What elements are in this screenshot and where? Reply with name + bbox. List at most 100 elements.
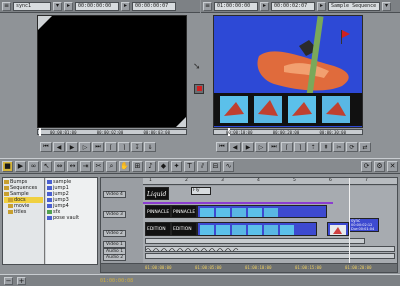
step-forward-icon[interactable]: ▷ xyxy=(79,142,91,152)
mark-in-button-icon[interactable]: ⌈ xyxy=(281,142,293,152)
fx-icon[interactable]: ✦ xyxy=(171,160,182,172)
menu-icon[interactable]: ≡ xyxy=(2,1,11,11)
close-icon[interactable]: ✕ xyxy=(387,160,398,172)
settings-icon[interactable]: ⚙ xyxy=(374,160,385,172)
slip-icon[interactable]: ↔ xyxy=(67,160,78,172)
audio-icon[interactable]: ♪ xyxy=(145,160,156,172)
lift-icon[interactable]: ⇡ xyxy=(307,142,319,152)
marker-icon[interactable]: ◆ xyxy=(158,160,169,172)
source-tc-out[interactable]: 00:00:00:07 xyxy=(132,1,176,11)
edition-clip[interactable]: EDITION xyxy=(171,222,197,236)
insert-icon[interactable]: ↧ xyxy=(131,142,143,152)
track-label[interactable]: Audio 2 xyxy=(103,253,127,261)
go-to-in-icon[interactable]: ⏮ xyxy=(216,142,228,152)
source-monitor[interactable] xyxy=(37,15,187,128)
audio-track[interactable] xyxy=(145,253,395,259)
track-label[interactable]: Video 1 xyxy=(103,240,126,248)
tree-item[interactable]: titles xyxy=(4,209,43,215)
add-edit-icon[interactable]: ✂ xyxy=(333,142,345,152)
mark-out-button-icon[interactable]: ⌉ xyxy=(294,142,306,152)
track-label[interactable]: Video 3 xyxy=(103,210,126,218)
link-icon[interactable]: ∞ xyxy=(28,160,39,172)
grid-icon[interactable]: ⊟ xyxy=(210,160,221,172)
source-monitor-frame xyxy=(38,16,186,127)
audio-track[interactable] xyxy=(145,246,395,252)
pinnacle-clip[interactable]: PINNACLE xyxy=(171,205,197,218)
clip-icon xyxy=(47,186,52,190)
zoom-in-icon[interactable]: + xyxy=(17,276,26,285)
track-header[interactable]: Video 3 xyxy=(101,208,143,220)
source-ruler-tc-3: 00:00:03:00 xyxy=(143,130,171,135)
ruler-mark: 1 xyxy=(149,178,152,183)
select-icon[interactable]: ↖ xyxy=(41,160,52,172)
mark-icon[interactable]: ▸ xyxy=(260,1,269,11)
timeline-playhead[interactable] xyxy=(349,178,350,264)
record-tc-in[interactable]: 01:00:00:00 xyxy=(214,1,258,11)
edition-clip[interactable]: EDITION xyxy=(145,222,171,236)
open-icon[interactable]: ▶ xyxy=(15,160,26,172)
clip-thumbnails xyxy=(200,208,294,217)
zoom-out-icon[interactable]: − xyxy=(4,276,13,285)
dropdown-arrow-icon[interactable]: ▾ xyxy=(382,1,391,11)
mark-in-icon[interactable]: ▸ xyxy=(64,1,73,11)
video-clip[interactable] xyxy=(327,222,349,236)
mark-in-button-icon[interactable]: ⌈ xyxy=(105,142,117,152)
timeline-ruler[interactable]: 1 2 3 4 5 6 7 xyxy=(143,178,397,185)
source-clip-name[interactable]: sync1 xyxy=(13,1,51,11)
play-icon[interactable]: ▶ xyxy=(242,142,254,152)
title-clip[interactable]: Liquid xyxy=(145,187,169,200)
record-monitor[interactable] xyxy=(213,15,363,128)
video-1-strip[interactable] xyxy=(145,238,365,244)
record-button-icon[interactable] xyxy=(194,84,204,94)
mark-out-icon[interactable]: ▸ xyxy=(121,1,130,11)
sequence-name[interactable]: Sample Sequence xyxy=(328,1,380,11)
track-label[interactable]: Video 2 xyxy=(103,229,126,237)
match-frame-icon[interactable]: ➘ xyxy=(193,62,205,72)
fx-clip[interactable]: Fly xyxy=(191,187,211,195)
track-header[interactable]: Video 4 xyxy=(101,188,143,200)
dropdown-arrow-icon[interactable]: ▾ xyxy=(53,1,62,11)
clip-thumbnails xyxy=(200,225,294,235)
razor-icon[interactable]: ✂ xyxy=(93,160,104,172)
go-to-out-icon[interactable]: ⏭ xyxy=(92,142,104,152)
step-forward-icon[interactable]: ▷ xyxy=(255,142,267,152)
track-label[interactable]: Video 4 xyxy=(103,190,126,198)
hand-icon[interactable]: ✋ xyxy=(119,160,130,172)
mark-out-button-icon[interactable]: ⌉ xyxy=(118,142,130,152)
trim-icon[interactable]: ⇥ xyxy=(80,160,91,172)
track-header[interactable]: Video 2 xyxy=(101,226,143,240)
range-icon[interactable]: ⇔ xyxy=(54,160,65,172)
bin-tree: Bumps Sequences Sample docs movie titles xyxy=(3,178,45,264)
source-playhead[interactable] xyxy=(39,128,41,136)
pinnacle-clip[interactable]: PINNACLE xyxy=(145,205,171,218)
video-clip[interactable] xyxy=(197,205,327,218)
go-to-out-icon[interactable]: ⏭ xyxy=(268,142,280,152)
source-tc-in[interactable]: 00:00:00:00 xyxy=(75,1,119,11)
timeline-timecode-bar: 01:00:00:00 01:00:05:00 01:00:10:00 01:0… xyxy=(101,263,397,272)
overwrite-icon[interactable]: ⇓ xyxy=(144,142,156,152)
list-item[interactable]: pose vault xyxy=(47,215,96,221)
menu-icon[interactable]: ≡ xyxy=(203,1,212,11)
folder-icon xyxy=(8,210,13,214)
render-icon[interactable]: ⟳ xyxy=(346,142,358,152)
waveform-icon[interactable]: ∿ xyxy=(223,160,234,172)
new-bin-icon[interactable]: ■ xyxy=(2,160,13,172)
split-icon[interactable]: ⫽ xyxy=(197,160,208,172)
title-icon[interactable]: T xyxy=(184,160,195,172)
record-tc-dur[interactable]: 00:00:02:07 xyxy=(271,1,315,11)
track-header[interactable]: Audio 2 xyxy=(101,253,143,261)
zoom-icon[interactable]: ⌕ xyxy=(106,160,117,172)
source-transport: ⏮ ◀ ▶ ▷ ⏭ ⌈ ⌉ ↧ ⇓ xyxy=(40,141,156,153)
render-icon[interactable]: ⟳ xyxy=(361,160,372,172)
clip-info-card[interactable]: sync 00:00:02:12 Dur:00:01:04 xyxy=(349,218,379,232)
step-back-icon[interactable]: ◀ xyxy=(229,142,241,152)
snap-icon[interactable]: ⊞ xyxy=(132,160,143,172)
timeline[interactable]: 1 2 3 4 5 6 7 Video 4 Video 3 Video 2 Vi… xyxy=(100,177,398,273)
play-icon[interactable]: ▶ xyxy=(66,142,78,152)
sequence-icon[interactable]: ▸ xyxy=(317,1,326,11)
go-to-in-icon[interactable]: ⏮ xyxy=(40,142,52,152)
extract-icon[interactable]: ⇞ xyxy=(320,142,332,152)
toggle-icon[interactable]: ⇄ xyxy=(359,142,371,152)
video-clip[interactable] xyxy=(197,222,317,236)
step-back-icon[interactable]: ◀ xyxy=(53,142,65,152)
